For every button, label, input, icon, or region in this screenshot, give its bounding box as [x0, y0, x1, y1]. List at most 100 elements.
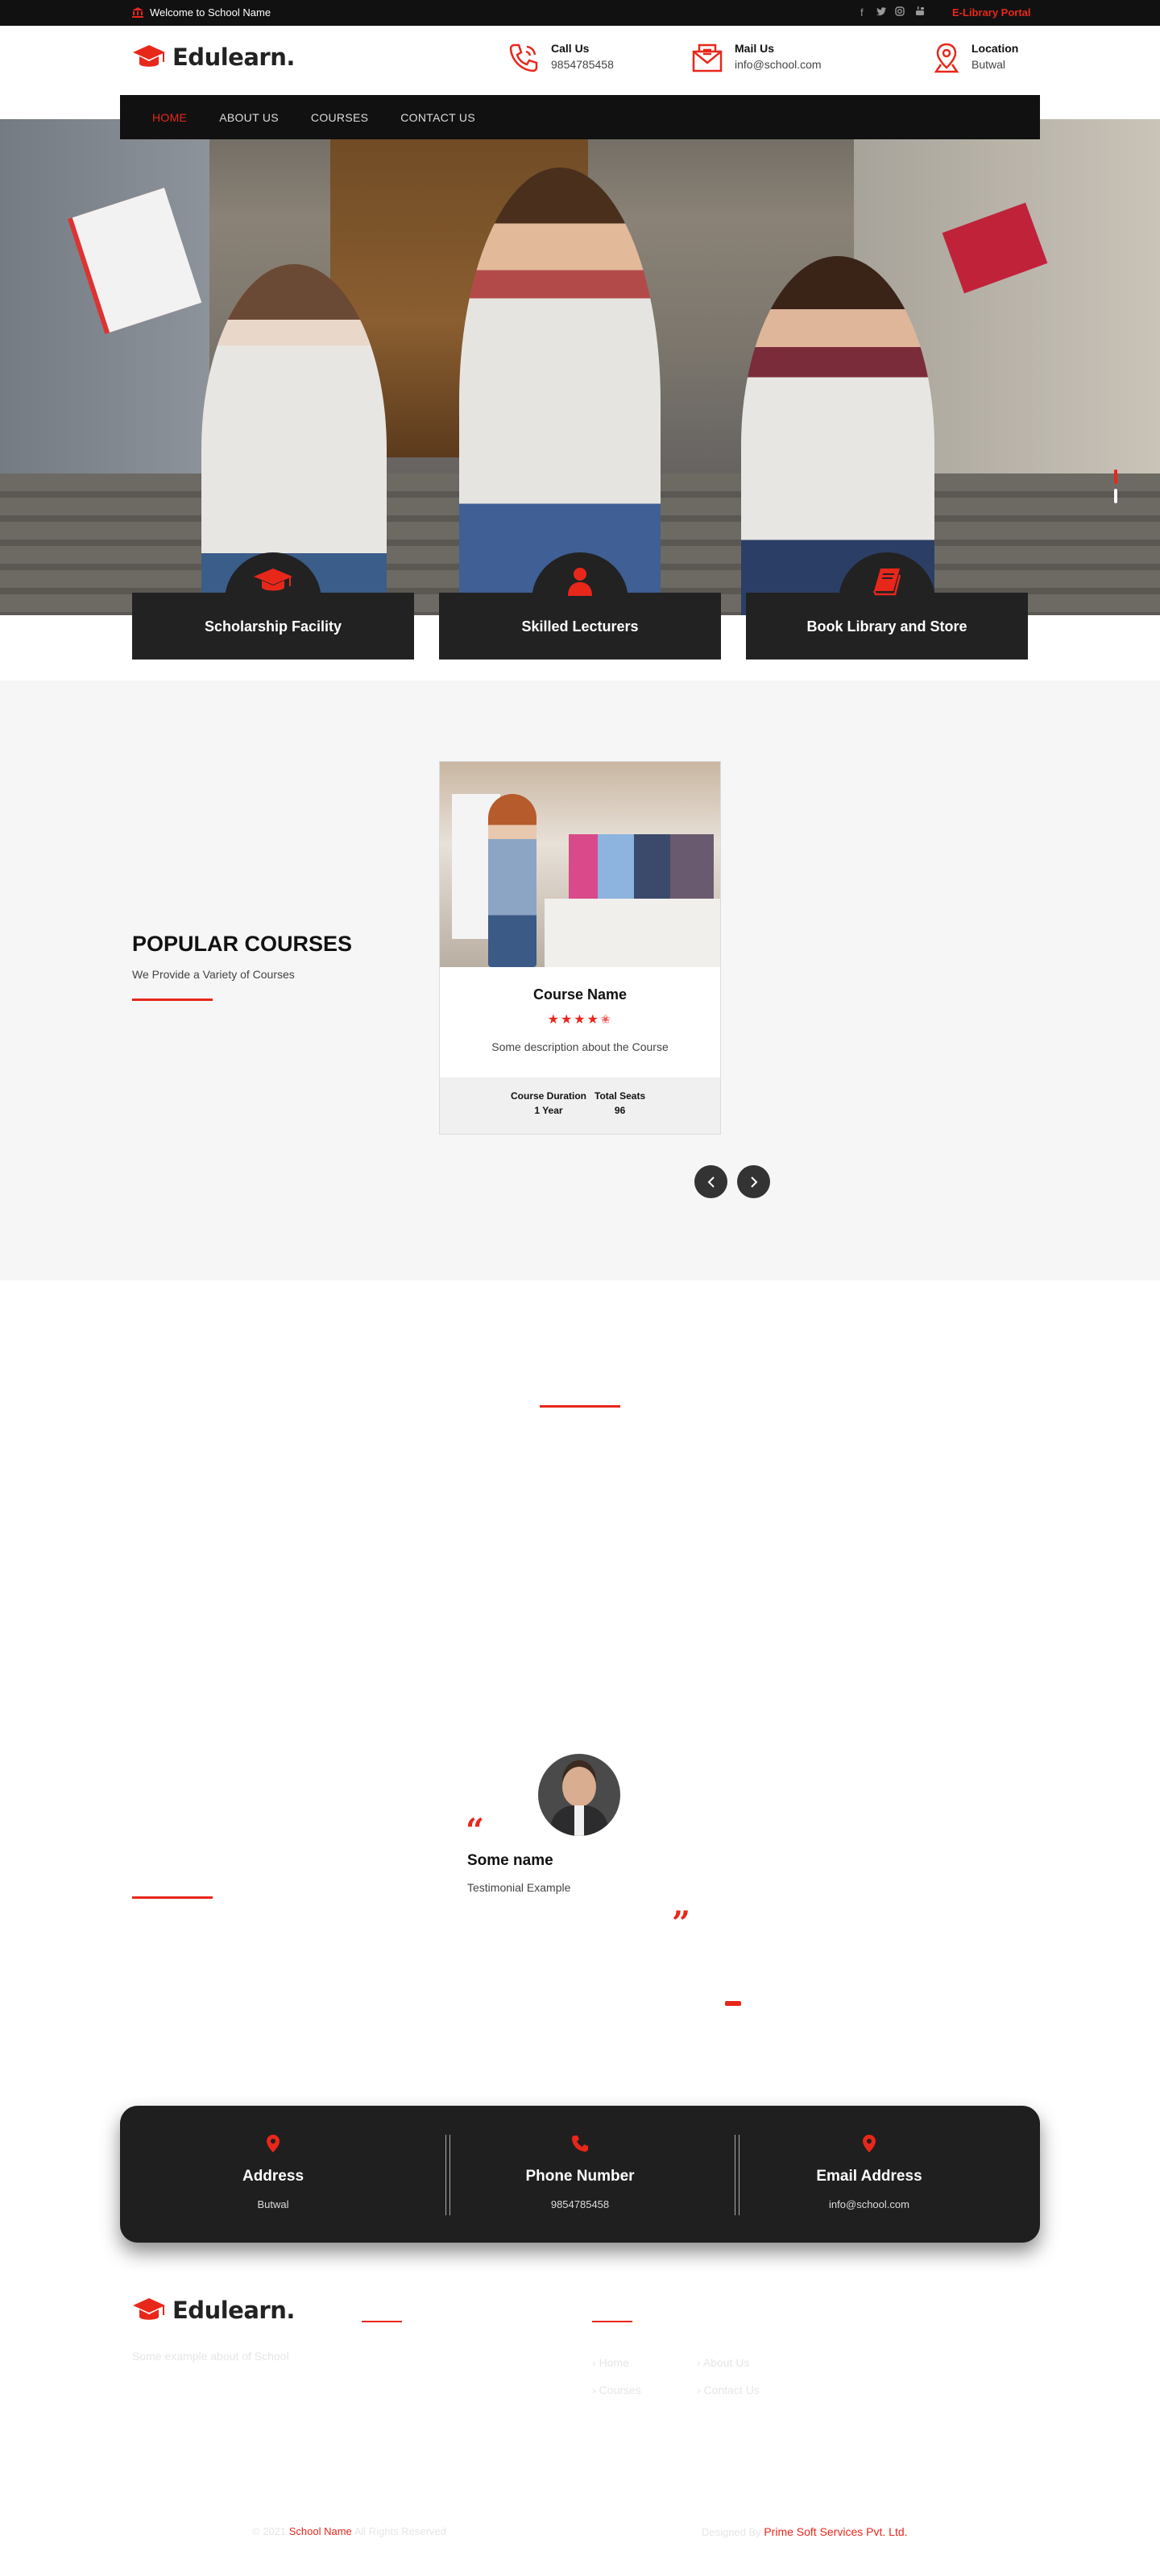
star-half-icon: ✬ [599, 1013, 613, 1027]
chevron-right-icon [750, 1176, 757, 1188]
hero-slider-dots[interactable] [1114, 469, 1119, 508]
logo[interactable]: Edulearn. [132, 43, 295, 71]
designer-link[interactable]: Prime Soft Services Pvt. Ltd. [764, 2525, 907, 2538]
feature-label: Skilled Lecturers [521, 618, 639, 635]
course-duration: Course Duration 1 Year [511, 1090, 586, 1116]
contact-phone: Phone Number 9854785458 [427, 2135, 733, 2210]
duration-label: Course Duration [511, 1090, 587, 1102]
testimonial-text: Testimonial Example [467, 1881, 571, 1894]
graduation-cap-icon [254, 569, 292, 591]
footer-divider [362, 2321, 402, 2322]
quote-close-icon: ” [672, 1904, 691, 1942]
star-icon: ★ [586, 1013, 600, 1027]
designed-prefix: Designed By [702, 2526, 761, 2538]
user-icon [568, 568, 592, 596]
course-name: Course Name [532, 986, 628, 1003]
chevron-left-icon [707, 1176, 715, 1188]
graduation-cap-icon [133, 45, 165, 67]
feature-library[interactable]: Book Library and Store [746, 552, 1028, 660]
elibrary-link[interactable]: E-Library Portal [952, 6, 1031, 19]
location-value: Butwal [972, 58, 1006, 71]
welcome-message: Welcome to School Name [132, 6, 271, 19]
footer-link-label: Contact Us [703, 2384, 760, 2396]
hero-banner [0, 119, 1160, 615]
feature-lecturers[interactable]: Skilled Lecturers [439, 552, 721, 660]
graduation-cap-icon [133, 2298, 165, 2320]
mail-value: info@school.com [735, 58, 822, 71]
footer-logo[interactable]: Edulearn. [132, 2297, 295, 2324]
phone-value: 9854785458 [550, 2198, 610, 2210]
feature-scholarship[interactable]: Scholarship Facility [132, 552, 414, 660]
course-card[interactable]: Course Name ★★★★✬ Some description about… [439, 761, 721, 1135]
star-icon: ★ [547, 1013, 561, 1027]
top-bar: Welcome to School Name f E-Library Porta… [0, 0, 1160, 26]
bank-icon [132, 7, 143, 18]
email-title: Email Address [816, 2168, 922, 2185]
map-marker-icon [267, 2135, 280, 2152]
brand-name: Edulearn. [172, 43, 295, 71]
seats-label: Total Seats [594, 1090, 646, 1102]
map-marker-icon [863, 2135, 876, 2152]
main-nav: HOME ABOUT US COURSES CONTACT US [120, 95, 1040, 139]
course-meta: Course Duration 1 Year Total Seats 96 [440, 1077, 720, 1134]
nav-home[interactable]: HOME [152, 111, 187, 124]
footer-link-label: Home [599, 2356, 629, 2369]
section-divider [132, 1896, 213, 1899]
course-seats: Total Seats 96 [594, 1090, 645, 1116]
nav-contact-us[interactable]: CONTACT US [400, 111, 475, 124]
nav-courses[interactable]: COURSES [311, 111, 368, 124]
nav-about-us[interactable]: ABOUT US [219, 111, 279, 124]
seats-value: 96 [614, 1105, 626, 1116]
facebook-icon[interactable]: f [860, 6, 864, 19]
header: Edulearn. Call Us 9854785458 Mail Us inf… [0, 26, 1160, 95]
contact-email: Email Address info@school.com [716, 2135, 1022, 2210]
call-title: Call Us [551, 42, 590, 55]
testimonial-slider-dot[interactable] [725, 2001, 741, 2006]
star-icon: ★ [560, 1013, 574, 1027]
footer-link-contact[interactable]: › Contact Us [697, 2384, 760, 2396]
testimonial-avatar [538, 1754, 620, 1836]
footer-link-courses[interactable]: › Courses [592, 2384, 641, 2396]
slide-dot-active[interactable] [1114, 469, 1117, 484]
address-value: Butwal [257, 2198, 289, 2210]
phone-title: Phone Number [525, 2168, 635, 2185]
youtube-icon[interactable] [915, 6, 925, 19]
instagram-icon[interactable] [895, 6, 905, 19]
prev-course-button[interactable] [694, 1165, 727, 1198]
course-rating: ★★★★✬ [440, 1011, 720, 1028]
feature-label: Book Library and Store [806, 618, 967, 635]
address-title: Address [242, 2168, 304, 2185]
section-divider [540, 1405, 620, 1408]
feature-label: Scholarship Facility [204, 618, 342, 635]
course-description: Some description about the Course [491, 1040, 669, 1053]
mail-title: Mail Us [735, 42, 775, 55]
location-pin-icon [934, 43, 959, 73]
star-icon: ★ [574, 1013, 587, 1027]
testimonial-name: Some name [467, 1852, 553, 1869]
phone-icon [572, 2136, 588, 2152]
copyright-school-link[interactable]: School Name [289, 2525, 352, 2537]
footer-link-label: Courses [599, 2384, 641, 2396]
courses-heading: POPULAR COURSES [132, 932, 353, 956]
next-course-button[interactable] [737, 1165, 770, 1198]
copyright: © 2021 School Name All Rights Reserved [252, 2525, 446, 2537]
email-value: info@school.com [829, 2198, 909, 2210]
courses-subheading: We Provide a Variety of Courses [132, 968, 295, 981]
footer-link-about[interactable]: › About Us [697, 2356, 749, 2369]
slide-dot[interactable] [1114, 489, 1117, 503]
duration-value: 1 Year [534, 1105, 563, 1116]
phone-icon [509, 43, 538, 72]
quote-open-icon: “ [466, 1812, 485, 1850]
footer-divider [592, 2321, 632, 2322]
call-info: Call Us 9854785458 [508, 42, 614, 74]
location-info: Location Butwal [933, 42, 1018, 74]
twitter-icon[interactable] [876, 6, 886, 19]
footer-about: Some example about of School [132, 2350, 289, 2363]
contact-band: Address Butwal Phone Number 9854785458 E… [120, 2106, 1040, 2243]
contact-address: Address Butwal [120, 2135, 426, 2210]
footer-link-home[interactable]: › Home [592, 2356, 629, 2369]
book-icon [872, 569, 901, 596]
location-title: Location [972, 42, 1019, 55]
footer-link-label: About Us [702, 2356, 750, 2369]
section-divider [132, 999, 213, 1001]
